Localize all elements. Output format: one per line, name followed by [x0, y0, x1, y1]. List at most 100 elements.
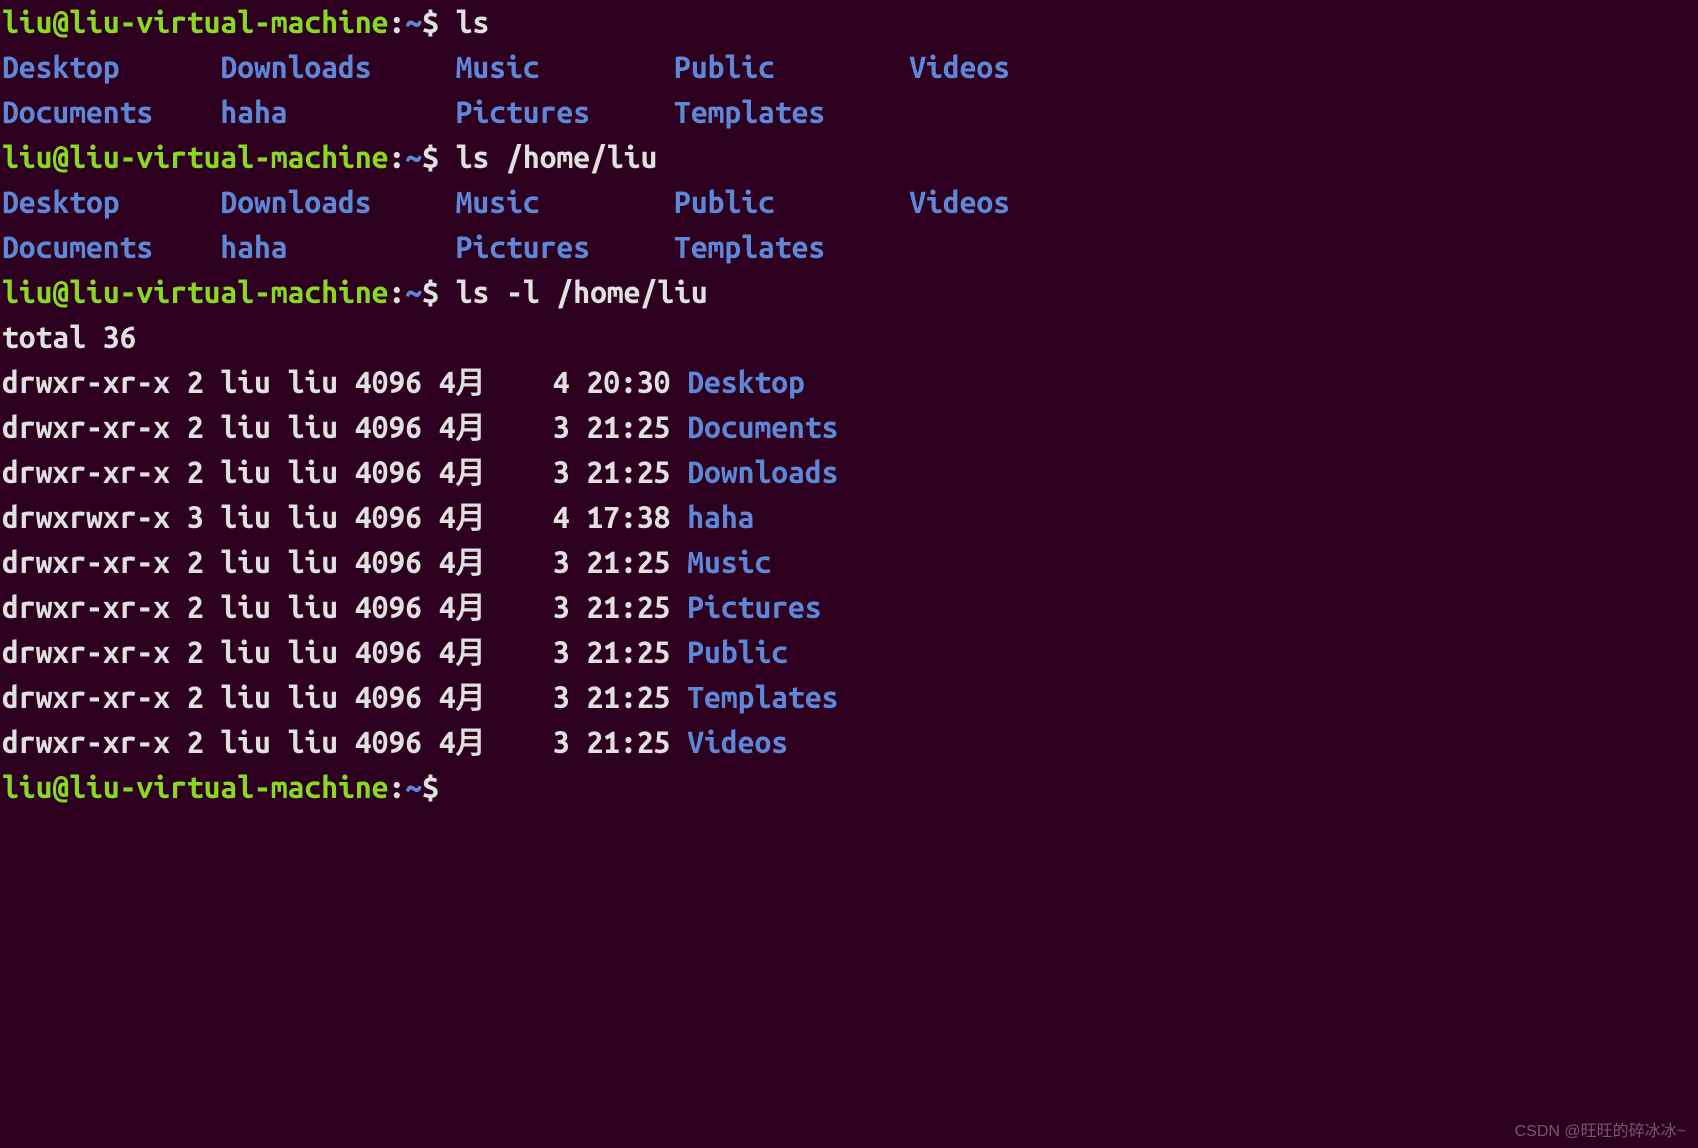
file-owner: liu	[220, 500, 287, 534]
file-month: 4月	[439, 500, 503, 534]
prompt-user: liu	[2, 770, 52, 804]
file-owner: liu	[220, 365, 287, 399]
prompt-user: liu	[2, 5, 52, 39]
command-ls-home: ls /home/liu	[456, 140, 658, 174]
file-links: 2	[187, 365, 221, 399]
file-group: liu	[288, 590, 355, 624]
file-time: 21:25	[586, 725, 687, 759]
file-size: 4096	[355, 500, 439, 534]
file-name: Desktop	[687, 365, 805, 399]
file-owner: liu	[220, 410, 287, 444]
file-time: 21:25	[586, 545, 687, 579]
prompt-path: ~	[405, 770, 422, 804]
command-ls-l-home: ls -l /home/liu	[456, 275, 708, 309]
file-links: 2	[187, 410, 221, 444]
file-links: 2	[187, 725, 221, 759]
directory-entry: Music	[456, 185, 674, 219]
prompt-colon: :	[388, 140, 405, 174]
file-group: liu	[288, 680, 355, 714]
prompt-host: liu-virtual-machine	[69, 770, 388, 804]
file-perms: drwxr-xr-x	[2, 455, 187, 489]
file-day: 3	[502, 590, 586, 624]
prompt-at: @	[52, 140, 69, 174]
prompt-path: ~	[405, 140, 422, 174]
directory-entry: Public	[674, 50, 909, 84]
file-day: 3	[502, 635, 586, 669]
file-time: 17:38	[586, 500, 687, 534]
file-group: liu	[288, 545, 355, 579]
file-group: liu	[288, 365, 355, 399]
prompt-symbol: $	[422, 140, 439, 174]
file-name: Documents	[687, 410, 838, 444]
directory-entry: Public	[674, 185, 909, 219]
prompt-at: @	[52, 770, 69, 804]
file-time: 21:25	[586, 590, 687, 624]
prompt-symbol: $	[422, 5, 439, 39]
file-month: 4月	[439, 590, 503, 624]
prompt-host: liu-virtual-machine	[69, 5, 388, 39]
file-name: Downloads	[687, 455, 838, 489]
directory-entry: Templates	[674, 95, 909, 129]
file-day: 3	[502, 725, 586, 759]
file-time: 21:25	[586, 680, 687, 714]
prompt-at: @	[52, 5, 69, 39]
prompt-user: liu	[2, 275, 52, 309]
file-name: Pictures	[687, 590, 821, 624]
file-day: 4	[502, 500, 586, 534]
file-month: 4月	[439, 680, 503, 714]
file-size: 4096	[355, 410, 439, 444]
total-line: total 36	[2, 320, 136, 354]
directory-entry: Pictures	[456, 95, 674, 129]
directory-entry: Documents	[2, 95, 220, 129]
file-size: 4096	[355, 725, 439, 759]
file-perms: drwxr-xr-x	[2, 590, 187, 624]
directory-entry: Documents	[2, 230, 220, 264]
file-day: 3	[502, 455, 586, 489]
file-owner: liu	[220, 545, 287, 579]
directory-entry: Downloads	[220, 50, 455, 84]
prompt-symbol: $	[422, 275, 439, 309]
file-month: 4月	[439, 635, 503, 669]
file-day: 3	[502, 545, 586, 579]
file-links: 2	[187, 635, 221, 669]
directory-entry: Downloads	[220, 185, 455, 219]
file-size: 4096	[355, 680, 439, 714]
prompt-user: liu	[2, 140, 52, 174]
file-owner: liu	[220, 455, 287, 489]
file-month: 4月	[439, 365, 503, 399]
file-month: 4月	[439, 725, 503, 759]
terminal-output[interactable]: liu@liu-virtual-machine:~$ ls Desktop Do…	[0, 0, 1698, 810]
file-group: liu	[288, 500, 355, 534]
prompt-host: liu-virtual-machine	[69, 275, 388, 309]
file-group: liu	[288, 635, 355, 669]
prompt-colon: :	[388, 275, 405, 309]
directory-entry: haha	[220, 95, 455, 129]
file-links: 2	[187, 545, 221, 579]
file-perms: drwxr-xr-x	[2, 365, 187, 399]
directory-entry: Desktop	[2, 50, 220, 84]
file-month: 4月	[439, 455, 503, 489]
file-name: Videos	[687, 725, 788, 759]
prompt-colon: :	[388, 770, 405, 804]
file-links: 2	[187, 455, 221, 489]
file-group: liu	[288, 725, 355, 759]
file-owner: liu	[220, 680, 287, 714]
prompt-at: @	[52, 275, 69, 309]
file-name: Public	[687, 635, 788, 669]
prompt-path: ~	[405, 5, 422, 39]
file-perms: drwxr-xr-x	[2, 545, 187, 579]
prompt-host: liu-virtual-machine	[69, 140, 388, 174]
file-size: 4096	[355, 455, 439, 489]
prompt-symbol: $	[422, 770, 439, 804]
file-size: 4096	[355, 590, 439, 624]
file-owner: liu	[220, 635, 287, 669]
file-perms: drwxr-xr-x	[2, 725, 187, 759]
file-time: 21:25	[586, 455, 687, 489]
file-perms: drwxrwxr-x	[2, 500, 187, 534]
file-links: 2	[187, 680, 221, 714]
file-time: 21:25	[586, 410, 687, 444]
directory-entry: Templates	[674, 230, 909, 264]
file-time: 21:25	[586, 635, 687, 669]
csdn-watermark: CSDN @旺旺的碎冰冰~	[1515, 1120, 1686, 1144]
command-ls: ls	[456, 5, 490, 39]
